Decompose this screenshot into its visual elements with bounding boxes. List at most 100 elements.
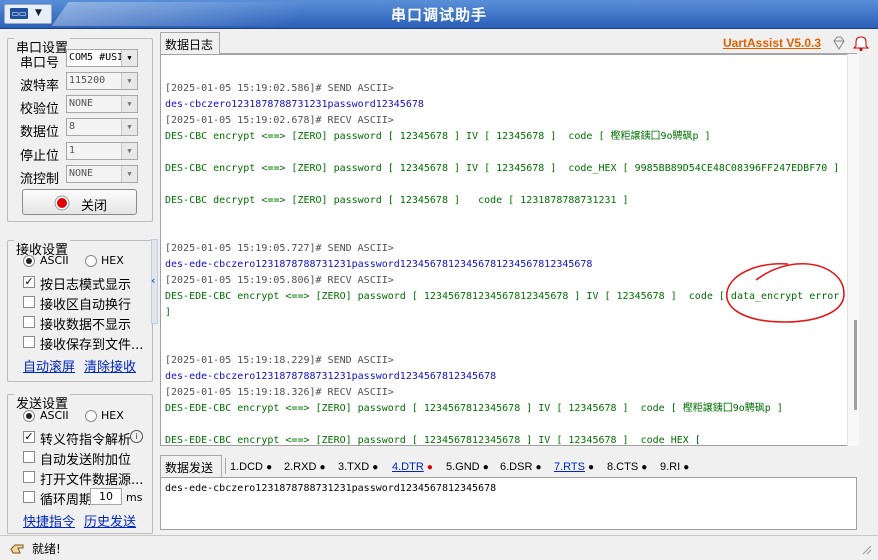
parity-select[interactable]: NONE ▼ [66, 95, 138, 113]
signal-rxd-dot: ● [319, 462, 326, 473]
hand-icon [10, 544, 24, 554]
stopbits-select[interactable]: 1 ▼ [66, 142, 138, 160]
signal-ri-dot: ● [683, 462, 690, 473]
cycle-period-input[interactable]: 10 [90, 488, 122, 505]
chevron-down-icon: ▼ [35, 8, 42, 18]
title-bar: ▭▭ ▼ 串口调试助手 [0, 0, 878, 29]
signal-rts-label[interactable]: 7.RTS [554, 461, 585, 473]
signal-dtr[interactable]: 4.DTR ● [392, 461, 433, 473]
system-menu-button[interactable]: ▭▭ ▼ [4, 4, 52, 24]
signal-txd: 3.TXD ● [338, 461, 378, 473]
databits-select[interactable]: 8 ▼ [66, 118, 138, 136]
resize-grip-icon[interactable] [862, 544, 872, 555]
escape-parse-checkbox[interactable]: ✓ [23, 431, 35, 443]
annotation-circle [726, 263, 845, 323]
log-line: [2025-01-05 15:19:02.678]# RECV ASCII> [165, 115, 394, 126]
info-icon[interactable]: i [130, 430, 143, 443]
auto-wrap-label: 接收区自动换行 [40, 298, 132, 313]
shortcut-commands-link[interactable]: 快捷指令 [23, 511, 75, 530]
parity-value: NONE [69, 98, 94, 109]
chevron-down-icon: ▼ [121, 73, 137, 89]
signal-cts: 8.CTS ● [607, 461, 647, 473]
signal-ri: 9.RI ● [660, 461, 689, 473]
log-mode-label: 按日志模式显示 [40, 278, 132, 293]
send-ascii-radio[interactable] [23, 410, 35, 422]
databits-label: 数据位 [20, 125, 60, 140]
log-line: des-cbczero1231878788731231password12345… [165, 99, 424, 110]
signal-dsr-dot: ● [535, 462, 542, 473]
signal-rts[interactable]: 7.RTS ● [554, 461, 594, 473]
signal-gnd: 5.GND ● [446, 461, 489, 473]
cycle-checkbox[interactable] [23, 491, 35, 503]
log-line: des-ede-cbczero1231878788731231password1… [165, 371, 497, 382]
clear-receive-link[interactable]: 清除接收 [84, 356, 136, 375]
log-line: [2025-01-05 15:19:05.727]# SEND ASCII> [165, 243, 394, 254]
diamond-icon[interactable] [831, 36, 847, 51]
brand-link[interactable]: UartAssist V5.0.3 [723, 36, 821, 50]
close-port-label: 关闭 [81, 199, 108, 214]
append-bits-checkbox[interactable] [23, 451, 35, 463]
baudrate-label: 波特率 [20, 79, 60, 94]
flowcontrol-value: NONE [69, 168, 94, 179]
signal-cts-dot: ● [641, 462, 648, 473]
signal-dsr: 6.DSR ● [500, 461, 542, 473]
status-light-icon [54, 195, 70, 211]
port-select[interactable]: COM5 #USI ▼ [66, 49, 138, 67]
signal-txd-label: 3.TXD [338, 461, 370, 473]
chevron-down-icon: ▼ [121, 119, 137, 135]
auto-scroll-link[interactable]: 自动滚屏 [23, 356, 75, 375]
open-file-source-label: 打开文件数据源... [40, 473, 144, 488]
flowcontrol-select[interactable]: NONE ▼ [66, 165, 138, 183]
signal-dcd-dot: ● [266, 462, 273, 473]
receive-hex-label: HEX [101, 254, 124, 267]
receive-ascii-label: ASCII [40, 254, 69, 267]
log-line: [2025-01-05 15:19:18.326]# RECV ASCII> [165, 387, 394, 398]
receive-log[interactable]: [2025-01-05 15:19:02.586]# SEND ASCII> d… [160, 54, 857, 446]
save-file-label: 接收保存到文件... [40, 338, 144, 353]
log-mode-checkbox[interactable]: ✓ [23, 276, 35, 288]
bell-icon[interactable] [852, 35, 870, 51]
baudrate-value: 115200 [69, 75, 106, 86]
tab-data-send[interactable]: 数据发送 [160, 455, 222, 477]
send-hex-radio[interactable] [85, 410, 97, 422]
log-line: [2025-01-05 15:19:18.229]# SEND ASCII> [165, 355, 394, 366]
signal-rxd-label: 2.RXD [284, 461, 317, 473]
log-line: DES-CBC encrypt <==> [ZERO] password [ 1… [165, 131, 711, 142]
signal-dsr-label: 6.DSR [500, 461, 533, 473]
log-line: DES-EDE-CBC encrypt <==> [ZERO] password… [165, 435, 701, 446]
status-text: 就绪! [32, 542, 61, 556]
signal-rts-dot: ● [588, 462, 595, 473]
signal-txd-dot: ● [372, 462, 379, 473]
flowcontrol-label: 流控制 [20, 172, 60, 187]
log-line: [2025-01-05 15:19:05.806]# RECV ASCII> [165, 275, 394, 286]
stopbits-value: 1 [69, 145, 76, 156]
append-bits-label: 自动发送附加位 [40, 453, 132, 468]
signal-rxd: 2.RXD ● [284, 461, 326, 473]
log-line: [2025-01-05 15:19:02.586]# SEND ASCII> [165, 83, 394, 94]
port-value: COM5 #USI [69, 52, 124, 63]
auto-wrap-checkbox[interactable] [23, 296, 35, 308]
tab-data-log-label: 数据日志 [165, 38, 214, 52]
chevron-down-icon: ▼ [121, 96, 137, 112]
send-ascii-label: ASCII [40, 409, 69, 422]
escape-parse-label: 转义符指令解析 [40, 433, 132, 448]
log-line: des-ede-cbczero1231878788731231password1… [165, 259, 593, 270]
send-history-link[interactable]: 历史发送 [84, 511, 136, 530]
baudrate-select[interactable]: 115200 ▼ [66, 72, 138, 90]
signal-dtr-label[interactable]: 4.DTR [392, 461, 424, 473]
open-file-source-checkbox[interactable] [23, 471, 35, 483]
log-scrollbar[interactable] [847, 54, 859, 446]
send-input[interactable]: des-ede-cbczero1231878788731231password1… [160, 477, 857, 530]
status-bar: 就绪! [0, 535, 878, 560]
tab-data-log[interactable]: 数据日志 [160, 32, 220, 54]
log-line: DES-CBC decrypt <==> [ZERO] password [ 1… [165, 195, 629, 206]
chevron-down-icon: ▼ [121, 166, 137, 182]
hide-data-checkbox[interactable] [23, 316, 35, 328]
save-file-checkbox[interactable] [23, 336, 35, 348]
receive-hex-radio[interactable] [85, 255, 97, 267]
close-port-button[interactable]: 关闭 [22, 189, 137, 215]
signal-divider [225, 458, 226, 474]
log-scrollbar-thumb[interactable] [854, 320, 857, 410]
receive-ascii-radio[interactable] [23, 255, 35, 267]
panel-splitter[interactable]: ‹ [151, 239, 158, 324]
